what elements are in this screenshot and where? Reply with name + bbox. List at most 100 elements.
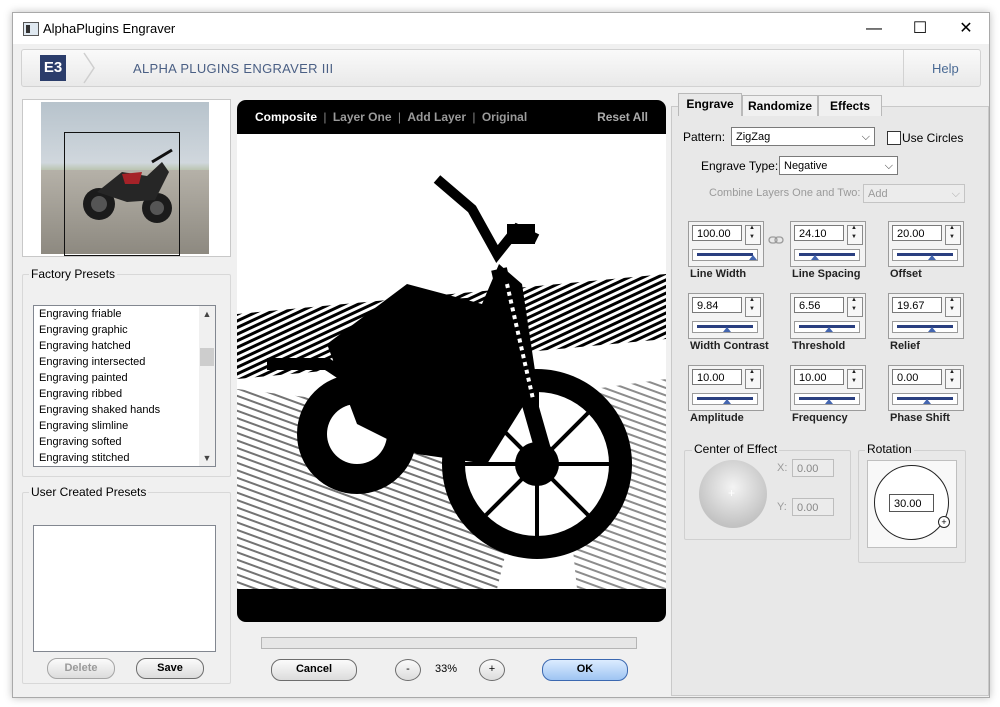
list-item[interactable]: Engraving stitched	[34, 450, 215, 466]
app-icon	[23, 22, 39, 36]
line-spacing-slider[interactable]	[794, 249, 860, 261]
offset-spinner[interactable]	[945, 225, 961, 245]
list-item[interactable]: Engraving friable	[34, 306, 215, 322]
delete-button[interactable]: Delete	[47, 658, 115, 679]
phase-shift-input[interactable]: 0.00	[892, 369, 942, 385]
crosshair-icon: +	[728, 486, 736, 500]
threshold-input[interactable]: 6.56	[794, 297, 844, 313]
relief-input[interactable]: 19.67	[892, 297, 942, 313]
cancel-button[interactable]: Cancel	[271, 659, 357, 681]
reset-all-button[interactable]: Reset All	[597, 110, 648, 124]
slider-knob-icon[interactable]	[723, 327, 731, 332]
list-item[interactable]: Engraving shaked hands	[34, 402, 215, 418]
slider-knob-icon[interactable]	[811, 255, 820, 260]
chevron-down-icon: ⌵	[951, 188, 960, 200]
slider-knob-icon[interactable]	[723, 399, 731, 404]
line-spacing-input[interactable]: 24.10	[794, 225, 844, 241]
relief-spinner[interactable]	[945, 297, 961, 317]
navigator-thumbnail[interactable]	[22, 99, 231, 257]
zoom-out-button[interactable]: -	[395, 659, 421, 681]
line-width-slider[interactable]	[692, 249, 758, 261]
tab-original[interactable]: Original	[482, 110, 527, 124]
close-button[interactable]: ✕	[943, 13, 989, 44]
scroll-down-icon[interactable]: ▼	[199, 450, 215, 466]
line-width-spinner[interactable]	[745, 225, 761, 245]
viewport-rectangle[interactable]	[64, 132, 180, 256]
relief-slider[interactable]	[892, 321, 958, 333]
use-circles-checkbox[interactable]	[887, 131, 901, 145]
preview-panel: Composite | Layer One | Add Layer | Orig…	[237, 100, 666, 622]
y-field[interactable]: 0.00	[792, 498, 834, 516]
x-label: X:	[777, 462, 788, 474]
pattern-select[interactable]: ZigZag ⌵	[731, 127, 875, 146]
tab-composite[interactable]: Composite	[255, 110, 317, 124]
maximize-button[interactable]: ☐	[897, 13, 943, 44]
help-link[interactable]: Help	[932, 61, 959, 76]
tab-engrave[interactable]: Engrave	[678, 93, 742, 116]
rotation-handle-icon[interactable]: +	[938, 516, 950, 528]
engrave-type-select[interactable]: Negative ⌵	[779, 156, 898, 175]
phase-shift-spinner[interactable]	[945, 369, 961, 389]
tab-randomize[interactable]: Randomize	[742, 95, 818, 116]
list-item[interactable]: Engraving ribbed	[34, 386, 215, 402]
combine-layers-label: Combine Layers One and Two:	[709, 187, 861, 199]
amplitude-spinner[interactable]	[745, 369, 761, 389]
presets-scrollbar[interactable]: ▲ ▼	[199, 306, 215, 466]
tab-layer-one[interactable]: Layer One	[333, 110, 392, 124]
line-spacing-spinner[interactable]	[847, 225, 863, 245]
chevron-down-icon: ⌵	[861, 131, 870, 143]
frequency-input[interactable]: 10.00	[794, 369, 844, 385]
line-spacing-label: Line Spacing	[792, 268, 861, 280]
zoom-in-button[interactable]: +	[479, 659, 505, 681]
frequency-spinner[interactable]	[847, 369, 863, 389]
y-label: Y:	[777, 501, 787, 513]
x-field[interactable]: 0.00	[792, 459, 834, 477]
scroll-thumb[interactable]	[200, 348, 214, 366]
list-item[interactable]: Engraving intersected	[34, 354, 215, 370]
threshold-slider[interactable]	[794, 321, 860, 333]
chevron-down-icon: ⌵	[884, 160, 893, 172]
slider-knob-icon[interactable]	[825, 327, 833, 332]
scroll-up-icon[interactable]: ▲	[199, 306, 215, 322]
rotation-field[interactable]: 30.00	[889, 494, 934, 512]
center-of-effect-pad[interactable]: +	[699, 460, 767, 528]
phase-shift-slider[interactable]	[892, 393, 958, 405]
slider-track	[697, 253, 753, 256]
breadcrumb-chevron-icon	[83, 52, 95, 84]
slider-knob-icon[interactable]	[928, 327, 937, 332]
list-item[interactable]: Engraving softed	[34, 434, 215, 450]
width-contrast-input[interactable]: 9.84	[692, 297, 742, 313]
frequency-slider[interactable]	[794, 393, 860, 405]
phase-shift-control: 0.00	[888, 365, 964, 411]
width-contrast-slider[interactable]	[692, 321, 758, 333]
slider-knob-icon[interactable]	[928, 255, 937, 260]
minimize-button[interactable]: —	[851, 13, 897, 44]
line-width-input[interactable]: 100.00	[692, 225, 742, 241]
tab-effects[interactable]: Effects	[818, 95, 882, 116]
link-chain-icon[interactable]	[768, 235, 784, 245]
offset-slider[interactable]	[892, 249, 958, 261]
width-contrast-spinner[interactable]	[745, 297, 761, 317]
threshold-spinner[interactable]	[847, 297, 863, 317]
save-button[interactable]: Save	[136, 658, 204, 679]
ok-button[interactable]: OK	[542, 659, 628, 681]
slider-track	[799, 253, 855, 256]
tab-add-layer[interactable]: Add Layer	[407, 110, 466, 124]
amplitude-input[interactable]: 10.00	[692, 369, 742, 385]
list-item[interactable]: Engraving painted	[34, 370, 215, 386]
list-item[interactable]: Engraving hatched	[34, 338, 215, 354]
slider-knob-icon[interactable]	[825, 399, 833, 404]
offset-input[interactable]: 20.00	[892, 225, 942, 241]
slider-knob-icon[interactable]	[749, 255, 757, 260]
amplitude-slider[interactable]	[692, 393, 758, 405]
user-presets-list[interactable]	[33, 525, 216, 652]
slider-knob-icon[interactable]	[923, 399, 931, 404]
combine-layers-select[interactable]: Add ⌵	[863, 184, 965, 203]
pattern-value: ZigZag	[736, 131, 771, 143]
factory-presets-list[interactable]: Engraving friable Engraving graphic Engrav…	[33, 305, 216, 467]
frequency-control: 10.00	[790, 365, 866, 411]
list-item[interactable]: Engraving slimline	[34, 418, 215, 434]
list-item[interactable]: Engraving graphic	[34, 322, 215, 338]
preview-canvas[interactable]	[237, 134, 666, 589]
amplitude-control: 10.00	[688, 365, 764, 411]
